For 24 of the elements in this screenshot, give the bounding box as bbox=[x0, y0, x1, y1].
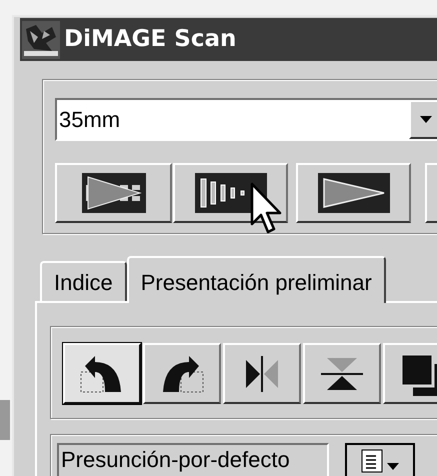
tab[interactable]: Presentación preliminar bbox=[126, 256, 386, 303]
settings-menu-button[interactable] bbox=[345, 443, 415, 476]
side-marker bbox=[0, 400, 10, 440]
tool-button[interactable] bbox=[143, 343, 221, 404]
mouse-pointer-icon bbox=[250, 182, 284, 236]
scan-button[interactable] bbox=[173, 163, 288, 223]
film-type-dropdown[interactable]: 35mm bbox=[55, 98, 437, 141]
tool-button[interactable] bbox=[303, 343, 381, 404]
tab[interactable]: Indice bbox=[40, 261, 127, 301]
caret-icon bbox=[420, 116, 432, 123]
scan-button[interactable] bbox=[55, 163, 172, 223]
settings-field[interactable]: Presunción-por-defecto bbox=[57, 443, 329, 476]
dropdown-button[interactable] bbox=[409, 100, 437, 139]
index-scan-icon bbox=[82, 173, 146, 213]
film-type-value: 35mm bbox=[58, 106, 122, 134]
window-title: DiMAGE Scan bbox=[64, 25, 236, 54]
settings-value: Presunción-por-defecto bbox=[60, 446, 290, 474]
scan-button[interactable] bbox=[296, 163, 411, 223]
document-list-icon bbox=[361, 449, 383, 473]
play-scan-icon bbox=[318, 173, 390, 213]
tool-button[interactable] bbox=[223, 343, 301, 404]
app-icon bbox=[22, 20, 60, 58]
caret-icon bbox=[387, 463, 399, 470]
tool-button[interactable] bbox=[63, 343, 141, 404]
